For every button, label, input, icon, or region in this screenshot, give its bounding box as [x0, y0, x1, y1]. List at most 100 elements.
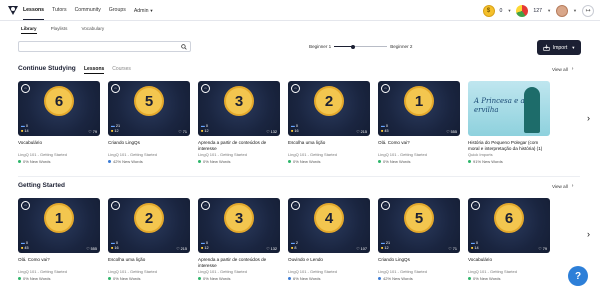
lingq-logo-icon[interactable] — [6, 3, 20, 17]
logout-icon[interactable]: ↦ — [582, 4, 594, 17]
lesson-thumbnail[interactable]: ▭ 6 ▬ 0 ■ 14 ♡ 79 — [18, 81, 100, 136]
lesson-title[interactable]: Aprenda a partir de conteúdos de interes… — [198, 140, 280, 151]
nav-tutors[interactable]: Tutors — [52, 0, 67, 21]
course-name[interactable]: LingQ 101 - Getting Started — [18, 269, 100, 274]
lesson-thumbnail[interactable]: ▭ 5 ▬ 21 ■ 12 ♡ 71 — [108, 81, 190, 136]
streak-icon[interactable] — [516, 4, 529, 17]
heart-icon[interactable]: ♡ — [178, 130, 181, 134]
lesson-title[interactable]: Vocabulário — [468, 257, 550, 268]
likes-count: 79 — [92, 130, 97, 134]
lesson-thumbnail[interactable]: ▭ 3 ▬ 0 ■ 12 ♡ 132 — [198, 81, 280, 136]
lesson-title[interactable]: Ouvindo e Lendo — [288, 257, 370, 268]
course-name[interactable]: LingQ 101 - Getting Started — [378, 152, 460, 157]
search-input[interactable] — [22, 42, 172, 51]
tab-lessons[interactable]: Lessons — [84, 66, 105, 74]
view-all-getting-started[interactable]: View all › — [552, 183, 573, 189]
lesson-thumbnail[interactable]: ▭ 2 ▬ 0 ■ 16 ♡ 215 — [288, 81, 370, 136]
heart-icon[interactable]: ♡ — [86, 247, 89, 251]
heart-icon[interactable]: ♡ — [176, 247, 179, 251]
lesson-card[interactable]: ▭ 3 ▬ 0 ■ 12 ♡ 132 Aprenda a partir de conteú… — [198, 81, 280, 164]
blue-count: 21 — [385, 241, 391, 245]
lesson-thumbnail[interactable]: A Princesa e a ervilha — [468, 81, 550, 136]
nav-community[interactable]: Community — [75, 0, 101, 21]
tab-vocabulary[interactable]: Vocabulary — [81, 26, 104, 34]
lesson-title[interactable]: Olá. Como vai? — [378, 140, 460, 151]
view-all-continue[interactable]: View all › — [552, 66, 573, 72]
yellow-count: 12 — [114, 129, 119, 133]
new-words-icon: ▬ — [291, 241, 295, 245]
lesson-card[interactable]: ▭ 4 ▬ 2 ■ 8 ♡ 107 Ouvindo e Lendo LingQ 101 - … — [288, 198, 370, 281]
course-name[interactable]: LingQ 101 - Getting Started — [108, 269, 190, 274]
heart-icon[interactable]: ♡ — [446, 130, 449, 134]
lesson-card[interactable]: ▭ 3 ▬ 0 ■ 12 ♡ 132 Aprenda a partir de conteú… — [198, 198, 280, 281]
heart-icon[interactable]: ♡ — [356, 130, 359, 134]
lesson-card[interactable]: ▭ 1 ▬ 0 ■ 45 ♡ 555 Olá. Como vai? LingQ 101 - … — [378, 81, 460, 164]
lesson-thumbnail[interactable]: ▭ 5 ▬ 21 ■ 12 ♡ 71 — [378, 198, 460, 253]
lesson-title[interactable]: Vocabulário — [18, 140, 100, 151]
course-name[interactable]: LingQ 101 - Getting Started — [198, 152, 280, 157]
nav-admin[interactable]: Admin▼ — [134, 0, 154, 22]
heart-icon[interactable]: ♡ — [448, 247, 451, 251]
level-slider[interactable] — [334, 44, 388, 49]
heart-icon[interactable]: ♡ — [356, 247, 359, 251]
tab-courses[interactable]: Courses — [112, 66, 131, 74]
lesson-thumbnail[interactable]: ▭ 1 ▬ 0 ■ 45 ♡ 555 — [18, 198, 100, 253]
lesson-title[interactable]: Aprenda a partir de conteúdos de interes… — [198, 257, 280, 268]
tab-playlists[interactable]: Playlists — [51, 26, 68, 34]
top-right-controls: $ 0 ▼ 127 ▼ ▼ ↦ — [482, 2, 594, 19]
lingqs-icon: ■ — [381, 129, 384, 133]
lesson-title[interactable]: Criando LingQs — [108, 140, 190, 151]
lesson-title[interactable]: Criando LingQs — [378, 257, 460, 268]
search-icon[interactable] — [181, 43, 187, 50]
likes: ♡ 215 — [176, 246, 187, 251]
lesson-thumbnail[interactable]: ▭ 2 ▬ 0 ■ 16 ♡ 215 — [108, 198, 190, 253]
heart-icon[interactable]: ♡ — [266, 130, 269, 134]
lesson-thumbnail[interactable]: ▭ 6 ▬ 0 ■ 14 ♡ 79 — [468, 198, 550, 253]
course-name[interactable]: LingQ 101 - Getting Started — [288, 152, 370, 157]
course-name[interactable]: LingQ 101 - Getting Started — [108, 152, 190, 157]
lesson-type-icon: ▭ — [291, 201, 300, 210]
nav-lessons[interactable]: Lessons — [23, 1, 45, 20]
import-button[interactable]: Import ▼ — [537, 40, 581, 55]
chevron-down-icon[interactable]: ▼ — [507, 8, 511, 13]
heart-icon[interactable]: ♡ — [88, 130, 91, 134]
slider-handle[interactable] — [350, 44, 355, 49]
course-name[interactable]: LingQ 101 - Getting Started — [378, 269, 460, 274]
course-name[interactable]: LingQ 101 - Getting Started — [288, 269, 370, 274]
lesson-thumbnail[interactable]: ▭ 3 ▬ 0 ■ 12 ♡ 132 — [198, 198, 280, 253]
scroll-right-arrow-icon[interactable]: › — [587, 229, 590, 239]
lesson-thumbnail[interactable]: ▭ 4 ▬ 2 ■ 8 ♡ 107 — [288, 198, 370, 253]
lesson-title[interactable]: Olá. Como vai? — [18, 257, 100, 268]
lesson-card[interactable]: ▭ 5 ▬ 21 ■ 12 ♡ 71 Criando LingQs LingQ 101 - … — [108, 81, 190, 164]
lesson-card[interactable]: ▭ 1 ▬ 0 ■ 45 ♡ 555 Olá. Como vai? LingQ 101 - … — [18, 198, 100, 281]
chevron-down-icon[interactable]: ▼ — [547, 8, 551, 13]
heart-icon[interactable]: ♡ — [538, 247, 541, 251]
lesson-card[interactable]: ▭ 2 ▬ 0 ■ 16 ♡ 215 Escolha uma lição LingQ 101… — [288, 81, 370, 164]
lesson-card[interactable]: A Princesa e a ervilha História do Pequen… — [468, 81, 550, 164]
heart-icon[interactable]: ♡ — [266, 247, 269, 251]
lesson-title[interactable]: Escolha uma lição — [108, 257, 190, 268]
course-name[interactable]: LingQ 101 - Getting Started — [198, 269, 280, 274]
chevron-down-icon[interactable]: ▼ — [573, 8, 577, 13]
tab-library[interactable]: Library — [21, 26, 37, 34]
lesson-card[interactable]: ▭ 5 ▬ 21 ■ 12 ♡ 71 Criando LingQs LingQ 101 - … — [378, 198, 460, 281]
lesson-card[interactable]: ▭ 6 ▬ 0 ■ 14 ♡ 79 Vocabulário LingQ 101 - Gett… — [18, 81, 100, 164]
lesson-card[interactable]: ▭ 2 ▬ 0 ■ 16 ♡ 215 Escolha uma lição LingQ 101… — [108, 198, 190, 281]
scroll-right-arrow-icon[interactable]: › — [587, 113, 590, 123]
lesson-title[interactable]: Escolha uma lição — [288, 140, 370, 151]
likes-count: 215 — [360, 130, 367, 134]
progress-label: 42% New Words — [383, 276, 413, 281]
course-name[interactable]: LingQ 101 - Getting Started — [18, 152, 100, 157]
avatar[interactable] — [556, 4, 569, 17]
coin-icon[interactable]: $ — [482, 4, 495, 17]
level-slider-group: Beginner 1 Beginner 2 — [309, 44, 412, 49]
new-words-progress: 0% New Words — [108, 276, 190, 281]
course-name[interactable]: Quick Imports — [468, 152, 550, 157]
lesson-title[interactable]: História do Pequeno Polegar (com moral e… — [468, 140, 550, 151]
help-button[interactable]: ? — [568, 266, 588, 286]
nav-groups[interactable]: Groups — [109, 0, 126, 21]
lesson-type-icon: ▭ — [201, 201, 210, 210]
lesson-thumbnail[interactable]: ▭ 1 ▬ 0 ■ 45 ♡ 555 — [378, 81, 460, 136]
course-name[interactable]: LingQ 101 - Getting Started — [468, 269, 550, 274]
lesson-card[interactable]: ▭ 6 ▬ 0 ■ 14 ♡ 79 Vocabulário LingQ 101 - Gett… — [468, 198, 550, 281]
